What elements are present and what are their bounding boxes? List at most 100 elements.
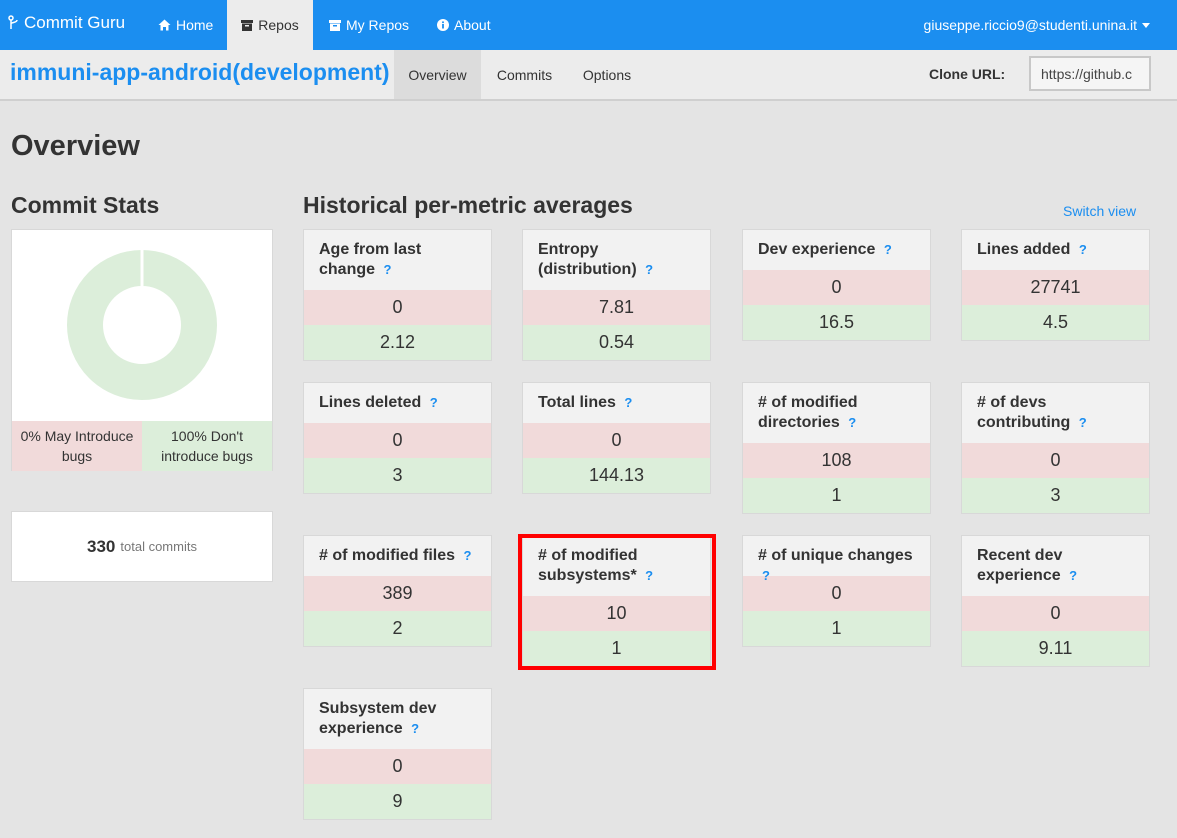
nav-my-repos-label: My Repos bbox=[346, 17, 410, 33]
top-navbar: Commit Guru Home Repos My Repos About gi… bbox=[0, 0, 1177, 50]
nav-home-label: Home bbox=[176, 17, 214, 33]
help-icon[interactable]: ? bbox=[645, 262, 653, 277]
help-icon[interactable]: ? bbox=[430, 395, 438, 410]
help-icon[interactable]: ? bbox=[1079, 242, 1087, 257]
metric-card: Lines added ? 27741 4.5 bbox=[961, 229, 1150, 341]
metric-bug-value: 0 bbox=[743, 270, 930, 305]
metric-bug-value: 0 bbox=[304, 423, 491, 458]
metric-bug-value: 0 bbox=[304, 290, 491, 325]
donut-chart bbox=[67, 250, 217, 400]
metric-card-title: # of modified files ? bbox=[304, 536, 491, 576]
metric-title: Recent dev experience bbox=[977, 547, 1063, 584]
metric-clean-value: 9 bbox=[304, 784, 491, 819]
total-commits-label: total commits bbox=[120, 539, 197, 554]
metric-bug-value: 0 bbox=[743, 576, 930, 611]
help-icon[interactable]: ? bbox=[1069, 568, 1077, 583]
metric-title: Entropy (distribution) bbox=[538, 241, 637, 278]
metric-card: # of devs contributing ? 0 3 bbox=[961, 382, 1150, 514]
page-title: Overview bbox=[11, 130, 140, 162]
metric-bug-value: 108 bbox=[743, 443, 930, 478]
metric-bug-value: 0 bbox=[962, 443, 1149, 478]
metric-clean-value: 2 bbox=[304, 611, 491, 646]
metric-clean-value: 3 bbox=[304, 458, 491, 493]
metric-title: # of modified directories bbox=[758, 394, 858, 431]
nav-repos-label: Repos bbox=[258, 17, 299, 33]
metric-title: Total lines bbox=[538, 394, 616, 411]
metric-card-title: Dev experience ? bbox=[743, 230, 930, 270]
help-icon[interactable]: ? bbox=[411, 721, 419, 736]
metric-card: Entropy (distribution) ? 7.81 0.54 bbox=[522, 229, 711, 361]
git-branch-icon bbox=[8, 15, 18, 29]
help-icon[interactable]: ? bbox=[848, 415, 856, 430]
tab-options[interactable]: Options bbox=[568, 50, 646, 99]
help-icon[interactable]: ? bbox=[645, 568, 653, 583]
metric-clean-value: 1 bbox=[743, 611, 930, 646]
total-commits-count: 330 bbox=[87, 536, 116, 556]
help-icon[interactable]: ? bbox=[383, 262, 391, 277]
metric-bug-value: 389 bbox=[304, 576, 491, 611]
metric-bug-value: 0 bbox=[962, 596, 1149, 631]
repo-title[interactable]: immuni-app-android(development) bbox=[10, 59, 390, 86]
metric-card-title: Total lines ? bbox=[523, 383, 710, 423]
metric-card-title: Lines deleted ? bbox=[304, 383, 491, 423]
metric-clean-value: 4.5 bbox=[962, 305, 1149, 340]
metric-bug-value: 0 bbox=[304, 749, 491, 784]
metric-card: Age from last change ? 0 2.12 bbox=[303, 229, 492, 361]
metric-card-title: # of unique changes ? bbox=[743, 536, 930, 583]
clone-url-field[interactable] bbox=[1029, 56, 1151, 91]
metric-bug-value: 0 bbox=[523, 423, 710, 458]
metric-bug-value: 27741 bbox=[962, 270, 1149, 305]
legend-dont-introduce-bugs: 100% Don't introduce bugs bbox=[142, 421, 272, 471]
help-icon[interactable]: ? bbox=[762, 568, 770, 583]
archive-icon bbox=[241, 19, 254, 31]
commit-stats-heading: Commit Stats bbox=[11, 192, 160, 218]
metric-bug-value: 10 bbox=[523, 596, 710, 631]
metric-clean-value: 1 bbox=[523, 631, 710, 666]
user-menu[interactable]: giuseppe.riccio9@studenti.unina.it bbox=[924, 0, 1150, 50]
metric-card-title: Subsystem dev experience ? bbox=[304, 689, 491, 749]
tab-overview[interactable]: Overview bbox=[394, 50, 481, 99]
metric-bug-value: 7.81 bbox=[523, 290, 710, 325]
commit-stats-chart: 0% May Introduce bugs 100% Don't introdu… bbox=[11, 229, 273, 471]
help-icon[interactable]: ? bbox=[463, 548, 471, 563]
nav-about[interactable]: About bbox=[437, 0, 491, 50]
metric-card: # of modified directories ? 108 1 bbox=[742, 382, 931, 514]
nav-home[interactable]: Home bbox=[158, 0, 213, 50]
brand-logo[interactable]: Commit Guru bbox=[8, 13, 125, 33]
metric-title: Lines added bbox=[977, 241, 1071, 258]
metric-clean-value: 2.12 bbox=[304, 325, 491, 360]
nav-my-repos[interactable]: My Repos bbox=[329, 0, 409, 50]
metric-clean-value: 3 bbox=[962, 478, 1149, 513]
metric-card-title: Recent dev experience ? bbox=[962, 536, 1149, 596]
user-email: giuseppe.riccio9@studenti.unina.it bbox=[923, 17, 1137, 33]
metric-card: Total lines ? 0 144.13 bbox=[522, 382, 711, 494]
total-commits-box: 330 total commits bbox=[11, 511, 273, 582]
metric-card: # of modified files ? 389 2 bbox=[303, 535, 492, 647]
help-icon[interactable]: ? bbox=[884, 242, 892, 257]
inbox-icon bbox=[329, 19, 341, 31]
metrics-heading: Historical per-metric averages bbox=[303, 192, 633, 218]
clone-url-label: Clone URL: bbox=[929, 66, 1006, 82]
metric-title: Age from last change bbox=[319, 241, 422, 278]
repo-header: immuni-app-android(development) Overview… bbox=[0, 50, 1177, 101]
help-icon[interactable]: ? bbox=[624, 395, 632, 410]
caret-down-icon bbox=[1142, 22, 1150, 28]
metric-card: # of unique changes ? 0 1 bbox=[742, 535, 931, 647]
metric-title: # of devs contributing bbox=[977, 394, 1071, 431]
metric-card: Lines deleted ? 0 3 bbox=[303, 382, 492, 494]
metric-clean-value: 9.11 bbox=[962, 631, 1149, 666]
metric-title: # of modified subsystems* bbox=[538, 547, 638, 584]
tab-commits[interactable]: Commits bbox=[481, 50, 568, 99]
brand-name: Commit Guru bbox=[24, 13, 126, 32]
metric-card: # of modified subsystems* ? 10 1 bbox=[522, 535, 711, 667]
metric-card-title: # of modified directories ? bbox=[743, 383, 930, 443]
info-icon bbox=[437, 19, 449, 31]
metric-card-title: Age from last change ? bbox=[304, 230, 491, 290]
nav-repos[interactable]: Repos bbox=[227, 0, 313, 50]
metric-clean-value: 1 bbox=[743, 478, 930, 513]
metric-card: Recent dev experience ? 0 9.11 bbox=[961, 535, 1150, 667]
metric-card: Subsystem dev experience ? 0 9 bbox=[303, 688, 492, 820]
metric-clean-value: 0.54 bbox=[523, 325, 710, 360]
help-icon[interactable]: ? bbox=[1079, 415, 1087, 430]
switch-view-link[interactable]: Switch view bbox=[1063, 203, 1136, 219]
